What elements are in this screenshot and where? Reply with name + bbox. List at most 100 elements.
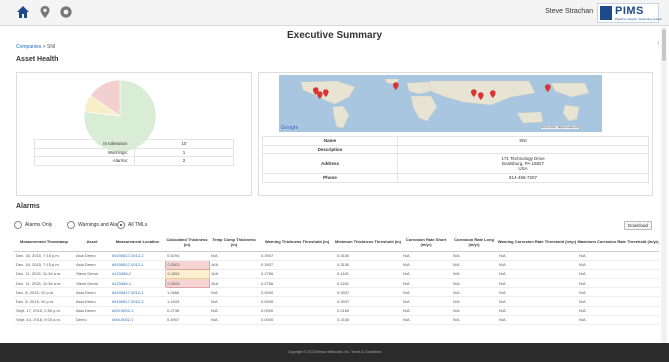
table-row[interactable]: Sept. 17, 2015, 2:50 p.m. Asia Demo #00i-0…: [14, 306, 659, 316]
cell-warn-thickness: 0.3937: [259, 260, 335, 270]
cell-location[interactable]: #00i-0002-1: [110, 306, 165, 316]
cell-min-thickness: 0.1181: [335, 278, 401, 289]
cell-rate-long: N/A: [451, 269, 497, 280]
column-header-max-rate[interactable]: Maximum Corrosion Rate Threshold (in/yr): [577, 233, 659, 252]
cell-min-thickness: 0.3937: [335, 296, 401, 307]
cell-rate-short: N/A: [401, 269, 451, 280]
cell-min-thickness: 0.3937: [335, 287, 401, 298]
radio-all-tmls-label[interactable]: All TMLs: [128, 222, 147, 228]
cell-warn-rate: N/A: [497, 251, 577, 261]
cell-rate-short: N/A: [401, 306, 451, 316]
in-tolerance-value: 10: [134, 139, 234, 149]
pims-logo[interactable]: PIMS Pipeline integrity monitoring syste…: [597, 3, 662, 23]
cell-location[interactable]: #00i-0002-1: [110, 315, 165, 326]
cell-warn-thickness: 0.0000: [259, 306, 335, 316]
column-header-warn-rate[interactable]: Warning Corrosion Rate Threshold (in/yr): [497, 233, 577, 252]
breadcrumb: Companies > SNI: [16, 44, 55, 50]
cell-timestamp: Sept. 14, 2015, 9:03 a.m.: [14, 315, 74, 326]
table-row[interactable]: Dec. 8, 2015, 10 p.m. Asia Demo #5190817-0…: [14, 287, 659, 298]
cell-asset: Steve Demo: [74, 269, 110, 280]
table-row[interactable]: Dec. 18, 2015, 7:15 p.m. Asia Demo #519081…: [14, 259, 659, 270]
cell-rate-long: N/A: [451, 306, 497, 316]
column-header-calc-thickness[interactable]: Calculated Thickness (in): [165, 233, 209, 252]
column-header-asset[interactable]: Asset: [74, 233, 110, 252]
column-header-location[interactable]: Measurement Location: [110, 233, 165, 252]
cell-warn-rate: N/A: [497, 260, 577, 270]
footer: Copyright © 2015 Sensor Networks, Inc. T…: [0, 343, 669, 362]
cell-calc-thickness: 0.0000: [164, 278, 210, 289]
top-bar: Steve Strachan PIMS Pipeline integrity m…: [0, 0, 669, 26]
cell-calc-thickness: 0.1551: [164, 268, 210, 280]
address-label: Address: [262, 153, 398, 174]
cell-timestamp: Dec. 18, 2015, 7:15 p.m.: [14, 251, 74, 261]
cell-rate-short: N/A: [401, 251, 451, 261]
column-header-min-thickness[interactable]: Minimum Thickness Threshold (in): [335, 233, 401, 252]
radio-alarms-only-circle[interactable]: [14, 221, 22, 229]
cell-calc-thickness: 1.1543: [165, 296, 209, 307]
scrollbar[interactable]: [661, 27, 667, 343]
description-value: [397, 144, 649, 154]
map-pin-icon[interactable]: [38, 5, 52, 19]
alarms-value: 2: [134, 156, 234, 166]
user-name[interactable]: Steve Strachan: [545, 8, 593, 15]
scroll-arrow-icon[interactable]: ›: [657, 40, 659, 47]
cell-asset: Asia Demo: [74, 306, 110, 316]
column-header-rate-short[interactable]: Corrosion Rate Short (in/yr): [401, 233, 451, 252]
logo-text: PIMS: [615, 5, 644, 17]
cell-timestamp: Dec. 8, 2015, 10 p.m.: [14, 287, 74, 298]
cell-calc-thickness: 0.4907: [165, 315, 209, 326]
radio-warnings-and-alarms-circle[interactable]: [67, 221, 75, 229]
asset-health-table: In tolerance: 10 Warnings: 1 Alarms: 2: [34, 139, 234, 166]
column-header-rate-long[interactable]: Corrosion Rate Long (in/yr): [451, 233, 497, 252]
warnings-value: 1: [134, 147, 234, 157]
cell-location[interactable]: #5190817-0012-2: [110, 251, 165, 261]
cell-warn-rate: N/A: [497, 287, 577, 298]
cell-asset: Asia Demo: [74, 260, 110, 270]
table-row[interactable]: Dec. 8, 2015, 10 p.m. Asia Demo #5190817-0…: [14, 296, 659, 307]
in-tolerance-label: In tolerance:: [34, 139, 135, 149]
map-credits[interactable]: Terms of Use Report a map error: [541, 126, 579, 129]
home-icon[interactable]: [16, 5, 30, 19]
world-map[interactable]: [279, 75, 602, 132]
cell-location[interactable]: #123456-1: [110, 278, 165, 289]
cell-rate-short: N/A: [401, 260, 451, 270]
cell-rate-short: N/A: [401, 287, 451, 298]
cell-location[interactable]: #5190817-0012-1: [110, 287, 165, 298]
cell-warn-thickness: 0.3937: [259, 251, 335, 261]
download-button[interactable]: Download: [624, 221, 652, 230]
phone-value: 814-466-7207: [397, 173, 649, 183]
cell-timestamp: Dec. 18, 2015, 7:15 p.m.: [14, 260, 74, 270]
cell-temp-comp: N/A: [209, 269, 259, 280]
logo-mark-icon: [600, 6, 612, 20]
cell-timestamp: Dec. 11, 2015, 11:34 a.m.: [14, 269, 74, 280]
table-row[interactable]: Dec. 18, 2015, 7:15 p.m. Asia Demo #519081…: [14, 251, 659, 261]
cell-rate-long: N/A: [451, 278, 497, 289]
cell-asset: Demo: [74, 315, 110, 326]
alarms-label: Alarms:: [34, 156, 135, 166]
gear-icon[interactable]: [59, 5, 73, 19]
table-row[interactable]: Dec. 11, 2015, 11:34 a.m. Steve Demo #1234…: [14, 268, 659, 280]
cell-location[interactable]: #5190817-0012-1: [110, 260, 165, 270]
table-row[interactable]: Dec. 11, 2015, 11:34 a.m. Steve Demo #1234…: [14, 278, 659, 289]
breadcrumb-companies-link[interactable]: Companies: [16, 44, 41, 50]
scrollbar-thumb[interactable]: [662, 29, 666, 61]
cell-rate-long: N/A: [451, 315, 497, 326]
column-header-warn-thickness[interactable]: Warning Thickness Threshold (in): [259, 233, 335, 252]
cell-location[interactable]: #5190817-0012-2: [110, 296, 165, 307]
cell-calc-thickness: 1.0666: [165, 287, 209, 298]
cell-min-thickness: 0.2165: [335, 306, 401, 316]
table-row[interactable]: Sept. 14, 2015, 9:03 a.m. Demo #00i-0002-1…: [14, 315, 659, 326]
table-header-row: Measurement Timestamp Asset Measurement Lo…: [14, 233, 659, 252]
column-header-temp-comp[interactable]: Temp Comp Thickness (in): [209, 233, 259, 252]
cell-asset: Asia Demo: [74, 287, 110, 298]
column-header-timestamp[interactable]: Measurement Timestamp: [14, 233, 74, 252]
table-row: Address 171 Technology Drive Boalsburg, …: [262, 153, 649, 174]
cell-min-thickness: 0.1181: [335, 269, 401, 280]
cell-min-thickness: 0.3150: [335, 260, 401, 270]
cell-warn-thickness: 0.0000: [259, 287, 335, 298]
asset-health-title: Asset Health: [16, 56, 59, 63]
cell-location[interactable]: #123456-2: [110, 269, 165, 280]
radio-all-tmls-circle[interactable]: [117, 221, 125, 229]
cell-asset: Asia Demo: [74, 296, 110, 307]
radio-alarms-only-label[interactable]: Alarms Only: [25, 222, 52, 228]
